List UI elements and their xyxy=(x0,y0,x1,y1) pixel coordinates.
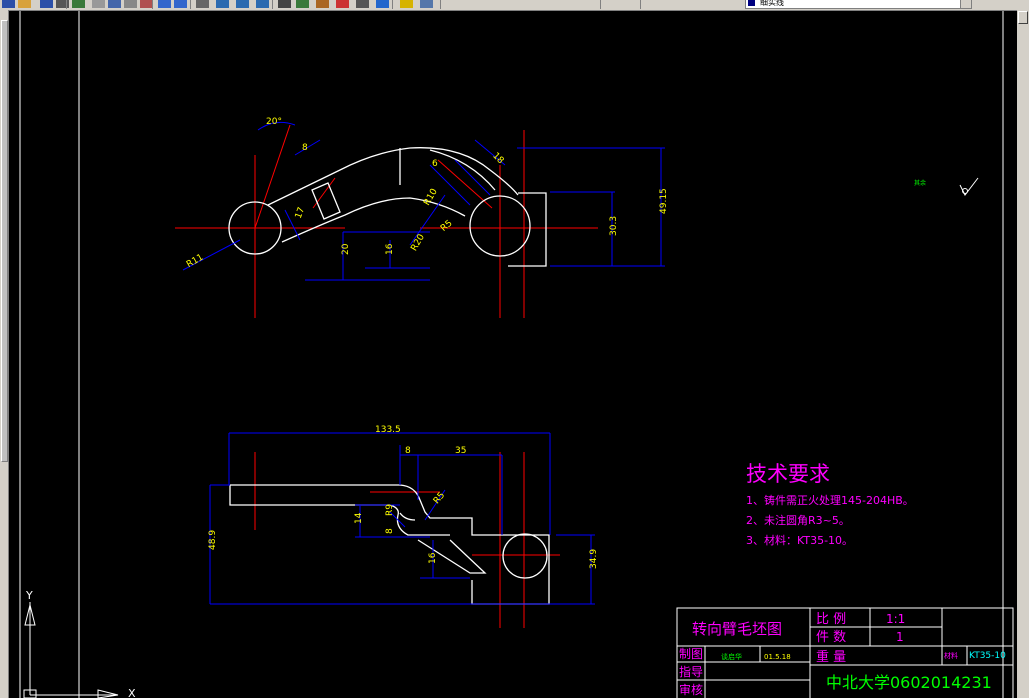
toolbar-separator xyxy=(272,0,273,9)
notes-item-3: 3、材料：KT35-10。 xyxy=(746,533,853,547)
open-icon[interactable] xyxy=(18,0,31,8)
notes-title: 技术要求 xyxy=(746,462,830,486)
help-icon[interactable] xyxy=(376,0,389,8)
standard-toolbar: 细实线 xyxy=(0,0,1029,11)
dim-14: 14 xyxy=(354,512,364,524)
scale-value: 1:1 xyxy=(886,612,905,626)
left-scrollbar[interactable] xyxy=(0,10,9,698)
toolbar-separator xyxy=(152,0,153,9)
dim-8-front: 8 xyxy=(405,446,411,456)
drawn-date: 01.5.18 xyxy=(764,653,791,661)
properties-icon[interactable] xyxy=(278,0,291,8)
layer-dropdown-value: 细实线 xyxy=(760,0,784,7)
new-icon[interactable] xyxy=(2,0,15,8)
print-icon[interactable] xyxy=(56,0,69,8)
dim-6: 6 xyxy=(432,159,438,169)
top-view-dim-text: 20° 8 17 R11 20 16 R20 R10 6 R5 18 30.3 … xyxy=(185,117,669,270)
layer-dropdown[interactable]: 细实线 xyxy=(745,0,972,9)
undo-icon[interactable] xyxy=(158,0,171,8)
dim-16-front: 16 xyxy=(428,552,438,564)
front-view-centerlines xyxy=(254,452,560,628)
design-center-icon[interactable] xyxy=(296,0,309,8)
toolbar-separator xyxy=(190,0,191,9)
ucs-y-label: Y xyxy=(25,589,33,602)
ucs-labels: Y X xyxy=(25,589,136,698)
right-scrollbar[interactable] xyxy=(1017,10,1029,698)
dim-48-9: 48.9 xyxy=(208,530,218,550)
ucs-icon xyxy=(23,602,119,698)
scale-label: 比 例 xyxy=(816,612,846,627)
dim-30-3: 30.3 xyxy=(609,216,619,236)
dim-20: 20 xyxy=(341,243,351,255)
notes-item-1: 1、铸件需正火处理145-204HB。 xyxy=(746,493,914,507)
left-scrollbar-thumb[interactable] xyxy=(1,20,8,462)
dim-angle-20: 20° xyxy=(266,117,282,127)
toolbar-separator xyxy=(440,0,441,9)
layer-state-icon[interactable] xyxy=(420,0,433,8)
tool-palette-icon[interactable] xyxy=(316,0,329,8)
title-block-values: 谈启华 01.5.18 KT35-10 中北大学0602014231 xyxy=(721,651,1006,692)
dim-17: 17 xyxy=(294,206,307,220)
roughness-symbol: 其余 xyxy=(914,177,979,196)
front-view-outline xyxy=(229,484,550,605)
drawing-frame xyxy=(19,11,1004,698)
front-view-dim-text: 133.5 8 35 R5 R9 14 8 48.9 16 34.9 xyxy=(208,425,599,569)
dim-49-15: 49.15 xyxy=(659,188,669,214)
weight-label: 重 量 xyxy=(816,649,846,665)
front-view-dimensions xyxy=(209,432,595,605)
qty-value: 1 xyxy=(896,630,904,644)
paste-icon[interactable] xyxy=(124,0,137,8)
cad-drawing: 20° 8 17 R11 20 16 R20 R10 6 R5 18 30.3 … xyxy=(19,11,1014,698)
dim-8-lower: 8 xyxy=(385,528,395,534)
part-name: 转向臂毛坯图 xyxy=(692,620,782,638)
layer-icon[interactable] xyxy=(400,0,413,8)
save-icon[interactable] xyxy=(40,0,53,8)
school-id: 中北大学0602014231 xyxy=(826,673,992,692)
guide-label: 指导 xyxy=(679,664,703,679)
material-value: KT35-10 xyxy=(969,651,1006,661)
zoom-window-icon[interactable] xyxy=(236,0,249,8)
redo-icon[interactable] xyxy=(174,0,187,8)
dim-r11: R11 xyxy=(185,253,205,271)
markup-icon[interactable] xyxy=(336,0,349,8)
notes-item-2: 2、未注圆角R3~5。 xyxy=(746,513,850,527)
toolbar-separator xyxy=(600,0,601,9)
scroll-up-arrow-icon[interactable] xyxy=(1018,11,1028,24)
calc-icon[interactable] xyxy=(356,0,369,8)
chevron-down-icon[interactable] xyxy=(960,0,971,8)
dim-16: 16 xyxy=(385,243,395,255)
preview-icon[interactable] xyxy=(72,0,85,8)
dim-r5: R5 xyxy=(439,219,455,234)
dim-r9: R9 xyxy=(385,504,395,516)
toolbar-separator xyxy=(640,0,641,9)
pan-icon[interactable] xyxy=(196,0,209,8)
cut-icon[interactable] xyxy=(92,0,105,8)
zoom-prev-icon[interactable] xyxy=(256,0,269,8)
toolbar-separator xyxy=(66,0,67,9)
ucs-x-label: X xyxy=(128,687,136,698)
dim-34-9: 34.9 xyxy=(589,549,599,569)
check-label: 审核 xyxy=(679,682,703,697)
drawn-label: 制图 xyxy=(679,647,703,661)
technical-requirements: 技术要求 1、铸件需正火处理145-204HB。 2、未注圆角R3~5。 3、材… xyxy=(746,462,914,547)
toolbar-separator xyxy=(392,0,393,9)
zoom-icon[interactable] xyxy=(216,0,229,8)
dim-8: 8 xyxy=(302,143,308,153)
top-view-centerlines xyxy=(175,124,598,318)
layer-color-swatch xyxy=(748,0,755,6)
material-label: 材料 xyxy=(944,651,958,660)
dim-r20: R20 xyxy=(409,232,427,253)
drawn-name: 谈启华 xyxy=(721,652,742,661)
drawing-canvas[interactable]: 20° 8 17 R11 20 16 R20 R10 6 R5 18 30.3 … xyxy=(9,11,1017,698)
qty-label: 件 数 xyxy=(816,630,846,645)
roughness-label: 其余 xyxy=(914,179,926,187)
dim-r5-front: R5 xyxy=(432,491,447,507)
dim-133-5: 133.5 xyxy=(375,425,401,435)
copy-icon[interactable] xyxy=(108,0,121,8)
dim-35: 35 xyxy=(455,446,466,456)
